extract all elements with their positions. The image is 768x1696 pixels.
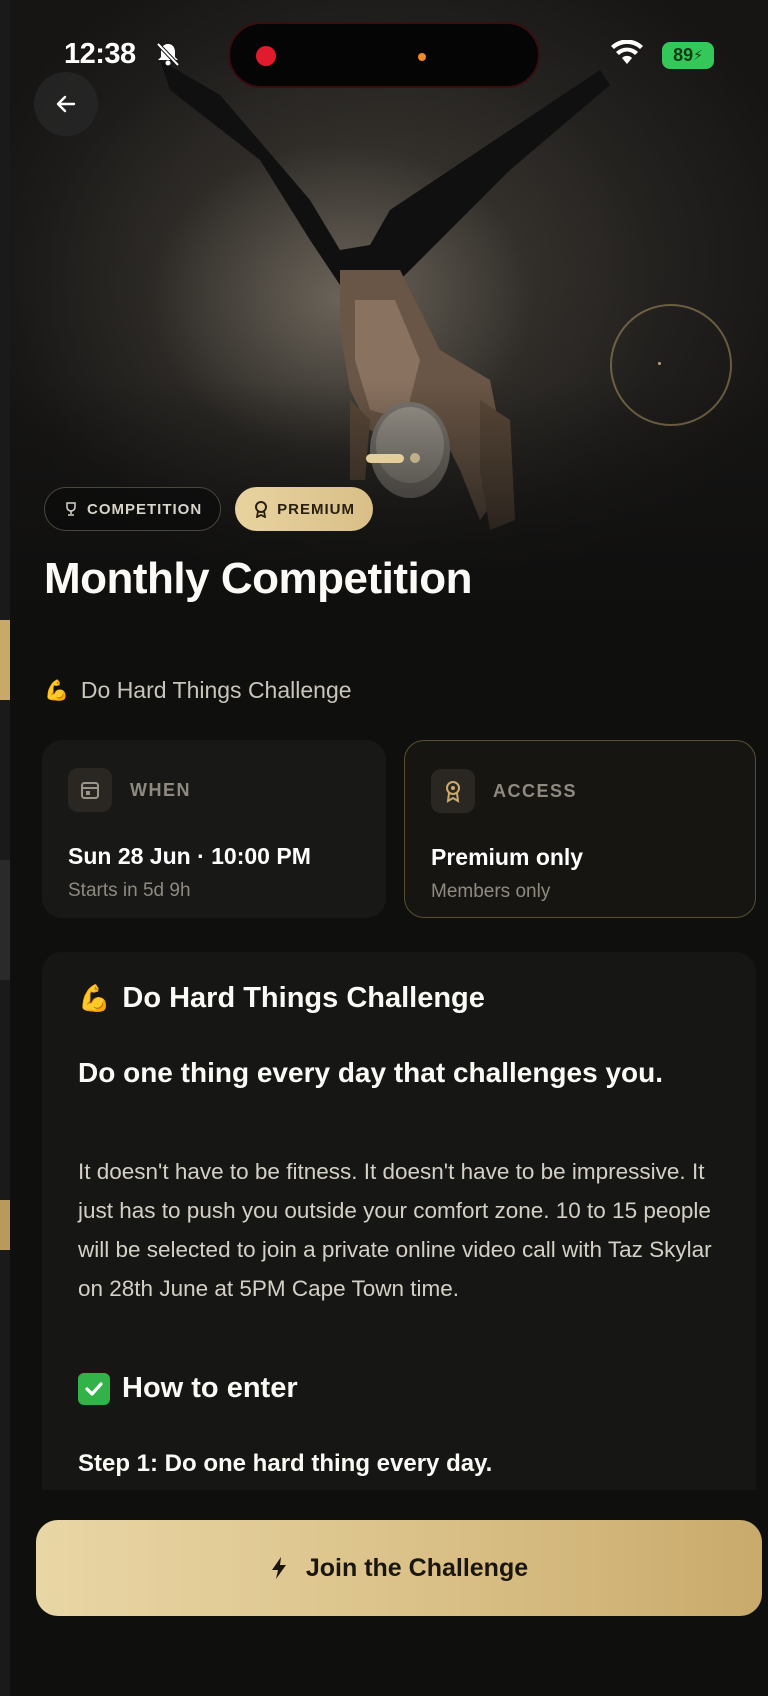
decorative-ring: [610, 304, 732, 426]
challenge-detail-screen: 12:38 89 ⚡ COMPETITION PREMIUM Monthly C…: [10, 0, 768, 1696]
countdown-text: Starts in 5d 9h: [68, 880, 191, 901]
status-time: 12:38: [64, 38, 136, 70]
when-card: WHEN Sun 28 Jun · 10:00 PM Starts in 5d …: [42, 740, 386, 918]
battery-indicator: 89 ⚡: [662, 42, 714, 69]
trophy-icon: [66, 502, 76, 516]
step-1-text: Step 1: Do one hard thing every day.: [78, 1450, 493, 1477]
description-body: It doesn't have to be fitness. It doesn'…: [78, 1159, 712, 1301]
flexed-biceps-icon: 💪: [44, 680, 69, 702]
challenge-subtitle: 💪 Do Hard Things Challenge: [44, 677, 352, 704]
pager-dot-active[interactable]: [366, 453, 404, 463]
challenge-description-card: 💪 Do Hard Things Challenge Do one thing …: [42, 952, 756, 1512]
when-label: WHEN: [130, 780, 191, 800]
award-badge-icon: [255, 501, 268, 518]
description-heading: 💪 Do Hard Things Challenge: [78, 982, 485, 1015]
access-label: ACCESS: [493, 781, 578, 801]
access-level: Premium only: [431, 844, 584, 870]
access-note: Members only: [431, 881, 551, 902]
competition-tag-label: COMPETITION: [87, 500, 203, 518]
recording-indicator-icon: [256, 46, 276, 66]
status-bar: 12:38 89 ⚡: [10, 0, 768, 110]
arrow-left-icon: [56, 95, 76, 113]
description-lead: Do one thing every day that challenges y…: [78, 1057, 664, 1088]
tag-row: COMPETITION PREMIUM: [44, 487, 374, 531]
premium-tag: PREMIUM: [235, 487, 374, 531]
premium-tag-label: PREMIUM: [277, 500, 356, 518]
page-title: Monthly Competition: [44, 554, 473, 603]
calendar-icon: [68, 768, 112, 812]
image-carousel-pager[interactable]: [366, 453, 420, 463]
adjacent-screen-edge: [0, 0, 10, 1696]
flexed-biceps-icon: 💪: [78, 983, 111, 1013]
back-button[interactable]: [34, 72, 98, 136]
pager-dot[interactable]: [410, 453, 420, 463]
access-card: ACCESS Premium only Members only: [404, 740, 756, 918]
competition-tag: COMPETITION: [44, 487, 222, 531]
wifi-icon: [611, 40, 643, 64]
check-mark-icon: [78, 1372, 110, 1405]
award-icon: [431, 769, 475, 813]
battery-level: 89: [673, 45, 694, 65]
silent-bell-icon: [156, 42, 180, 67]
how-to-enter-text: How to enter: [122, 1372, 298, 1404]
join-challenge-button[interactable]: Join the Challenge: [36, 1520, 762, 1616]
lightning-bolt-icon: [271, 1557, 286, 1579]
join-challenge-label: Join the Challenge: [305, 1553, 529, 1582]
challenge-subtitle-text: Do Hard Things Challenge: [80, 677, 352, 703]
mic-indicator-icon: [418, 53, 426, 61]
description-heading-text: Do Hard Things Challenge: [122, 982, 485, 1014]
dynamic-island: [228, 22, 540, 88]
how-to-enter-heading: How to enter: [78, 1372, 298, 1405]
event-datetime: Sun 28 Jun · 10:00 PM: [68, 843, 311, 869]
